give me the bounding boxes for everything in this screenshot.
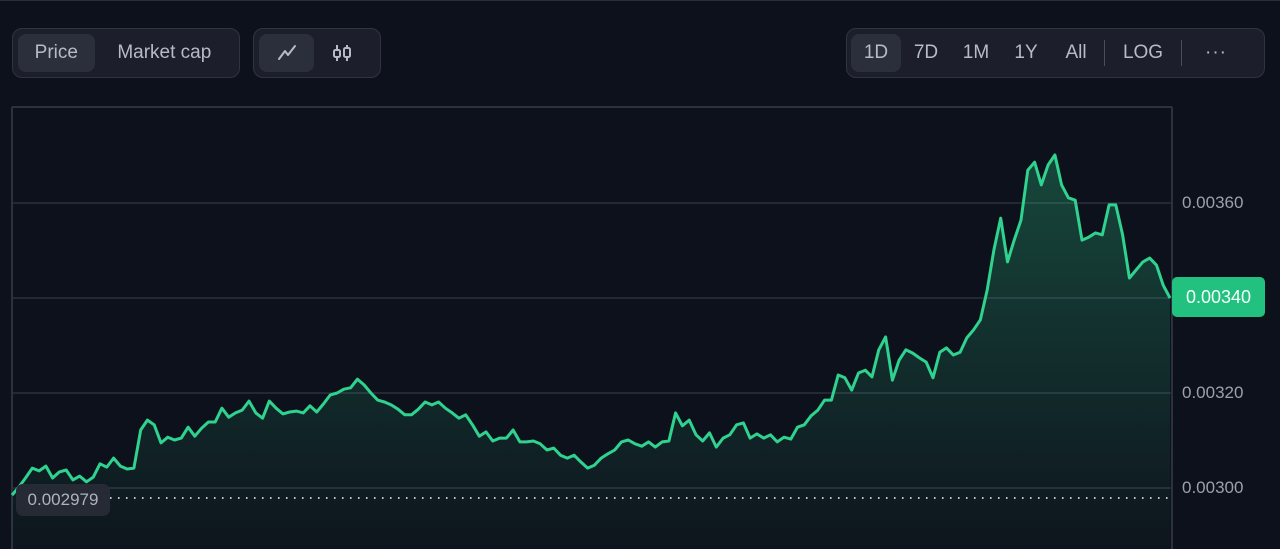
- price-chart[interactable]: [0, 0, 1280, 549]
- y-tick-label: 0.00360: [1182, 193, 1244, 212]
- price-area: [12, 155, 1170, 549]
- y-tick-label: 0.00320: [1182, 383, 1244, 402]
- current-price-badge: 0.00340: [1172, 277, 1265, 317]
- y-tick-label: 0.00300: [1182, 478, 1244, 497]
- open-price-badge: 0.002979: [16, 484, 110, 516]
